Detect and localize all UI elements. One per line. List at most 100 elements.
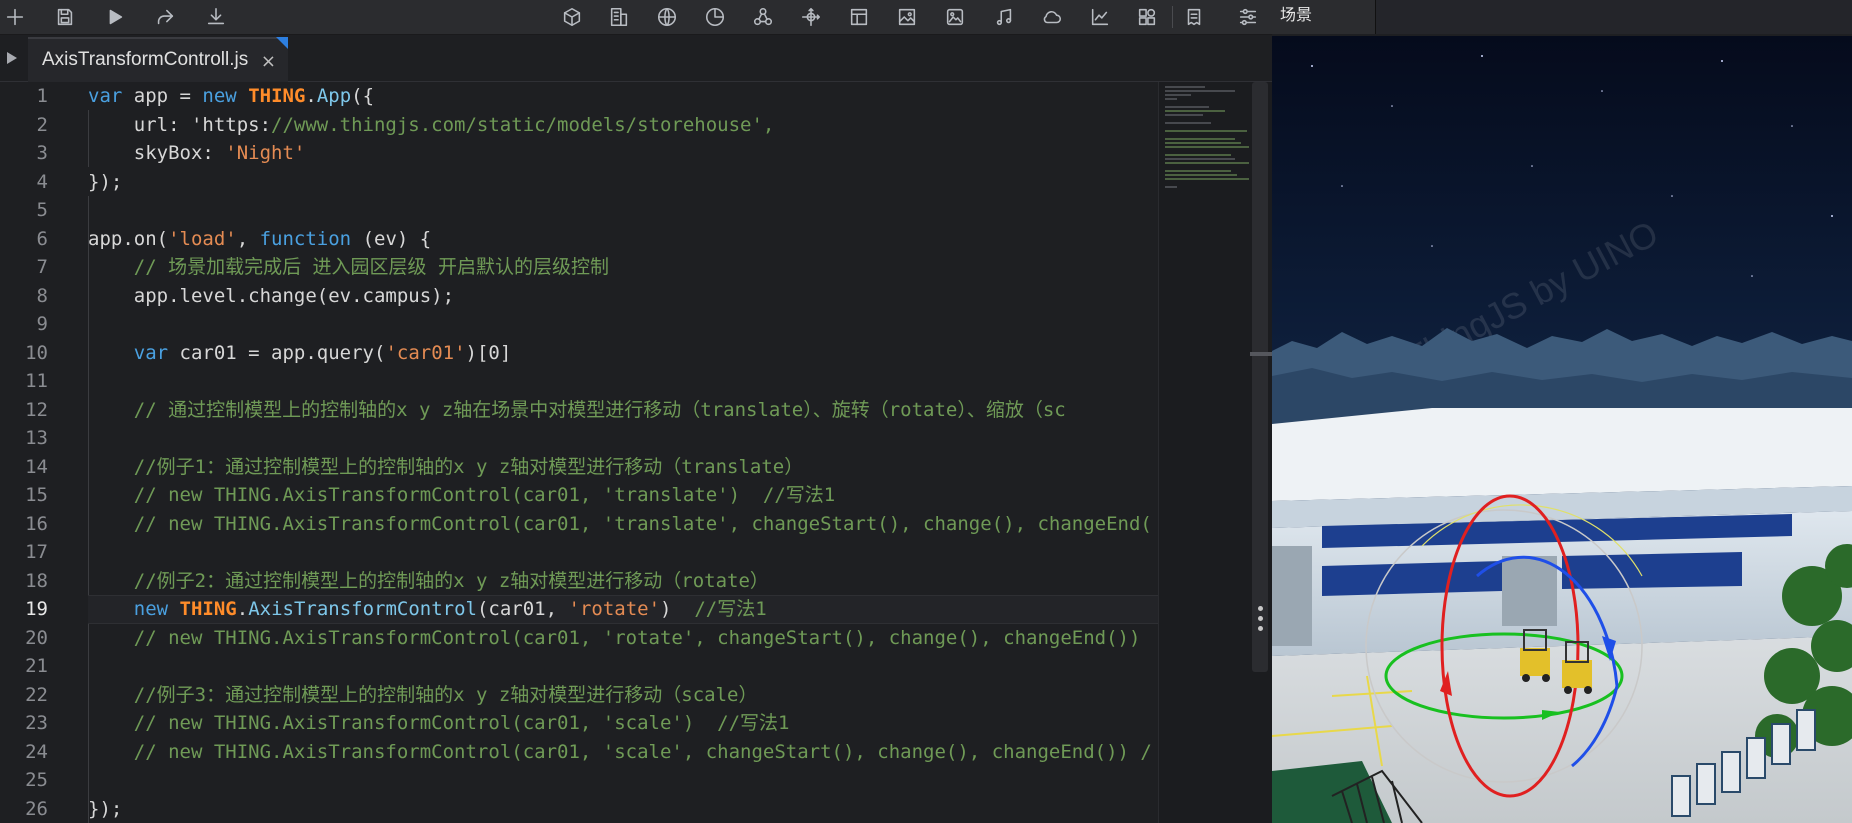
new-file-icon[interactable] (2, 4, 28, 30)
line-number: 20 (25, 626, 48, 649)
line-number: 13 (25, 427, 48, 449)
code-text[interactable]: app.level.change(ev.campus); (88, 282, 454, 311)
code-text[interactable]: app.on('load', function (ev) { (88, 225, 431, 254)
code-text[interactable]: // new THING.AxisTransformControl(car01,… (88, 481, 835, 510)
code-line[interactable]: 7 // 场景加载完成后 进入园区层级 开启默认的层级控制 (0, 253, 1158, 282)
panel-resize-handle[interactable] (1258, 606, 1264, 636)
globe-icon[interactable] (654, 4, 680, 30)
code-text[interactable]: var car01 = app.query('car01')[0] (88, 339, 512, 368)
share-icon[interactable] (152, 4, 178, 30)
widgets-icon[interactable] (1134, 4, 1160, 30)
code-text[interactable]: new THING.AxisTransformControl(car01, 'r… (88, 595, 767, 624)
modified-indicator (276, 37, 288, 49)
code-text[interactable]: var app = new THING.App({ (88, 82, 374, 111)
code-text[interactable]: //例子3：通过控制模型上的控制轴的x y z轴对模型进行移动（scale） (88, 681, 758, 710)
editor-scrollbar[interactable] (1250, 82, 1272, 823)
code-line[interactable]: 14 //例子1：通过控制模型上的控制轴的x y z轴对模型进行移动（trans… (0, 453, 1158, 482)
code-line[interactable]: 18 //例子2：通过控制模型上的控制轴的x y z轴对模型进行移动（rotat… (0, 567, 1158, 596)
close-icon[interactable]: × (261, 51, 276, 72)
line-number: 12 (25, 398, 48, 421)
line-number: 2 (36, 113, 48, 136)
scrollbar-marker (1250, 352, 1272, 356)
play-arrow-icon[interactable] (4, 50, 20, 66)
scene-tab-label: 场景 (1280, 5, 1313, 24)
code-text[interactable]: url: 'https://www.thingjs.com/static/mod… (88, 111, 775, 140)
code-line[interactable]: 9 (0, 310, 1158, 339)
code-text[interactable]: //例子1：通过控制模型上的控制轴的x y z轴对模型进行移动（translat… (88, 453, 803, 482)
code-line[interactable]: 22 //例子3：通过控制模型上的控制轴的x y z轴对模型进行移动（scale… (0, 681, 1158, 710)
scene-tab[interactable]: 场景 (1272, 0, 1376, 34)
line-number: 3 (36, 142, 48, 164)
code-text[interactable]: }); (88, 795, 122, 823)
image-icon[interactable] (894, 4, 920, 30)
settings-sliders-icon[interactable] (1235, 4, 1261, 30)
code-line[interactable]: 21 (0, 652, 1158, 681)
toolbar-divider (1172, 6, 1173, 28)
file-tab[interactable]: AxisTransformControll.js × (28, 37, 288, 83)
line-number: 18 (25, 569, 48, 592)
transform-icon[interactable] (798, 4, 824, 30)
line-number: 26 (25, 797, 48, 820)
code-line[interactable]: 17 (0, 538, 1158, 567)
code-text[interactable]: }); (88, 168, 122, 197)
code-line[interactable]: 24 // new THING.AxisTransformControl(car… (0, 738, 1158, 767)
code-line[interactable]: 10 var car01 = app.query('car01')[0] (0, 339, 1158, 368)
line-number: 11 (25, 370, 48, 392)
line-number: 23 (25, 712, 48, 734)
run-icon[interactable] (102, 4, 128, 30)
line-number: 8 (36, 284, 48, 307)
line-chart-icon[interactable] (1087, 4, 1113, 30)
code-line[interactable]: 15 // new THING.AxisTransformControl(car… (0, 481, 1158, 510)
line-number: 25 (25, 769, 48, 791)
music-icon[interactable] (991, 4, 1017, 30)
line-number: 1 (36, 85, 48, 107)
pie-chart-icon[interactable] (702, 4, 728, 30)
code-line[interactable]: 6 app.on('load', function (ev) { (0, 225, 1158, 254)
line-number: 4 (36, 170, 48, 193)
download-icon[interactable] (203, 4, 229, 30)
line-number: 5 (36, 199, 48, 221)
code-line[interactable]: 1 var app = new THING.App({ (0, 82, 1158, 111)
code-line[interactable]: 5 (0, 196, 1158, 225)
code-text[interactable]: // 通过控制模型上的控制轴的x y z轴在场景中对模型进行移动（transla… (88, 396, 1066, 425)
notes-icon[interactable] (1181, 4, 1207, 30)
code-line[interactable]: 25 (0, 766, 1158, 795)
code-line[interactable]: 8 app.level.change(ev.campus); (0, 282, 1158, 311)
building-icon[interactable] (606, 4, 632, 30)
code-line[interactable]: 3 skyBox: 'Night' (0, 139, 1158, 168)
scene-viewport[interactable]: ThingJS by UINO (1272, 36, 1852, 823)
code-line[interactable]: 11 (0, 367, 1158, 396)
file-tab-label: AxisTransformControll.js (42, 49, 249, 70)
code-line[interactable]: 20 // new THING.AxisTransformControl(car… (0, 624, 1158, 653)
code-line[interactable]: 13 (0, 424, 1158, 453)
code-line[interactable]: 2 url: 'https://www.thingjs.com/static/m… (0, 111, 1158, 140)
editor-tab-bar: AxisTransformControll.js × (0, 37, 1272, 83)
molecule-icon[interactable] (750, 4, 776, 30)
scene-canvas[interactable]: ThingJS by UINO (1272, 36, 1852, 823)
scrollbar-thumb[interactable] (1252, 82, 1268, 672)
cloud-icon[interactable] (1039, 4, 1065, 30)
code-text[interactable]: // new THING.AxisTransformControl(car01,… (88, 709, 790, 738)
code-text[interactable]: skyBox: 'Night' (88, 139, 306, 168)
picture-icon[interactable] (942, 4, 968, 30)
code-line[interactable]: 23 // new THING.AxisTransformControl(car… (0, 709, 1158, 738)
code-line[interactable]: 12 // 通过控制模型上的控制轴的x y z轴在场景中对模型进行移动（tran… (0, 396, 1158, 425)
line-number: 22 (25, 683, 48, 706)
code-line[interactable]: 4}); (0, 168, 1158, 197)
layout-icon[interactable] (846, 4, 872, 30)
code-text[interactable]: // new THING.AxisTransformControl(car01,… (88, 738, 1152, 767)
scene-header (1376, 0, 1852, 34)
code-editor[interactable]: 1 var app = new THING.App({2 url: 'https:… (0, 82, 1158, 823)
code-minimap[interactable] (1158, 82, 1251, 823)
save-icon[interactable] (52, 4, 78, 30)
code-line[interactable]: 16 // new THING.AxisTransformControl(car… (0, 510, 1158, 539)
code-text[interactable]: // 场景加载完成后 进入园区层级 开启默认的层级控制 (88, 253, 609, 282)
code-text[interactable]: // new THING.AxisTransformControl(car01,… (88, 510, 1152, 539)
code-text[interactable]: //例子2：通过控制模型上的控制轴的x y z轴对模型进行移动（rotate） (88, 567, 769, 596)
cube-icon[interactable] (559, 4, 585, 30)
code-line[interactable]: 19 new THING.AxisTransformControl(car01,… (0, 595, 1158, 624)
line-number: 7 (36, 256, 48, 278)
code-text[interactable]: // new THING.AxisTransformControl(car01,… (88, 624, 1141, 653)
main-toolbar (0, 0, 1272, 35)
code-line[interactable]: 26}); (0, 795, 1158, 823)
